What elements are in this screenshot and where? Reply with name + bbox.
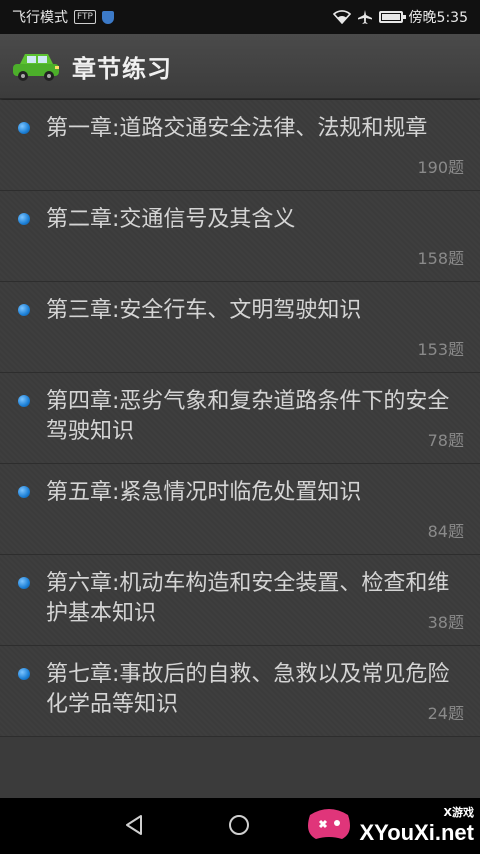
bullet-icon [18,304,30,316]
chapter-title: 第三章:安全行车、文明驾驶知识 [46,298,362,323]
chapter-title: 第二章:交通信号及其含义 [46,207,296,232]
chapter-item-1[interactable]: 第一章:道路交通安全法律、法规和规章 190题 [0,100,480,191]
bullet-icon [18,486,30,498]
question-count: 84题 [427,522,464,541]
status-bar-left: 飞行模式 FTP [12,7,114,27]
question-count: 38题 [427,613,464,632]
watermark-text: X游戏 XYouXi.net [360,804,475,846]
chapter-item-3[interactable]: 第三章:安全行车、文明驾驶知识 153题 [0,282,480,373]
page-title: 章节练习 [72,54,172,83]
back-icon[interactable] [124,814,144,836]
question-count: 78题 [427,431,464,450]
chapter-item-2[interactable]: 第二章:交通信号及其含义 158题 [0,191,480,282]
status-bar: 飞行模式 FTP 傍晚5:35 [0,0,480,34]
ftp-icon: FTP [74,10,96,24]
bullet-icon [18,213,30,225]
question-count: 24题 [427,704,464,723]
car-icon [13,54,59,81]
watermark-big: XYouXi.net [359,820,475,845]
app-header: 章节练习 [0,34,480,99]
watermark-small: X游戏 [443,806,474,819]
question-count: 158题 [417,249,464,268]
question-count: 190题 [417,158,464,177]
shield-icon [101,10,114,24]
chapter-title: 第一章:道路交通安全法律、法规和规章 [46,116,428,141]
watermark-logo [307,809,350,839]
battery-icon [378,11,406,23]
watermark: X游戏 XYouXi.net [304,804,475,846]
home-icon[interactable] [229,815,249,835]
status-bar-right: 傍晚5:35 [332,7,468,27]
bullet-icon [18,577,30,589]
chapter-item-6[interactable]: 第六章:机动车构造和安全装置、检查和维护基本知识 38题 [0,555,480,646]
navigation-bar: X游戏 XYouXi.net [0,798,480,854]
bullet-icon [18,668,30,680]
chapter-title: 第四章:恶劣气象和复杂道路条件下的安全驾驶知识 [46,389,450,444]
question-count: 153题 [417,340,464,359]
chapter-item-5[interactable]: 第五章:紧急情况时临危处置知识 84题 [0,464,480,555]
chapter-title: 第六章:机动车构造和安全装置、检查和维护基本知识 [46,571,450,626]
status-time: 傍晚5:35 [408,10,468,26]
chapter-list: 第一章:道路交通安全法律、法规和规章 190题 第二章:交通信号及其含义 158… [0,100,480,737]
bullet-icon [18,122,30,134]
airplane-icon [357,10,372,24]
bullet-icon [18,395,30,407]
chapter-title: 第七章:事故后的自救、急救以及常见危险化学品等知识 [46,662,450,717]
chapter-title: 第五章:紧急情况时临危处置知识 [46,480,362,505]
airplane-mode-label: 飞行模式 [12,10,68,26]
wifi-icon [332,10,351,24]
chapter-item-4[interactable]: 第四章:恶劣气象和复杂道路条件下的安全驾驶知识 78题 [0,373,480,464]
chapter-item-7[interactable]: 第七章:事故后的自救、急救以及常见危险化学品等知识 24题 [0,646,480,737]
